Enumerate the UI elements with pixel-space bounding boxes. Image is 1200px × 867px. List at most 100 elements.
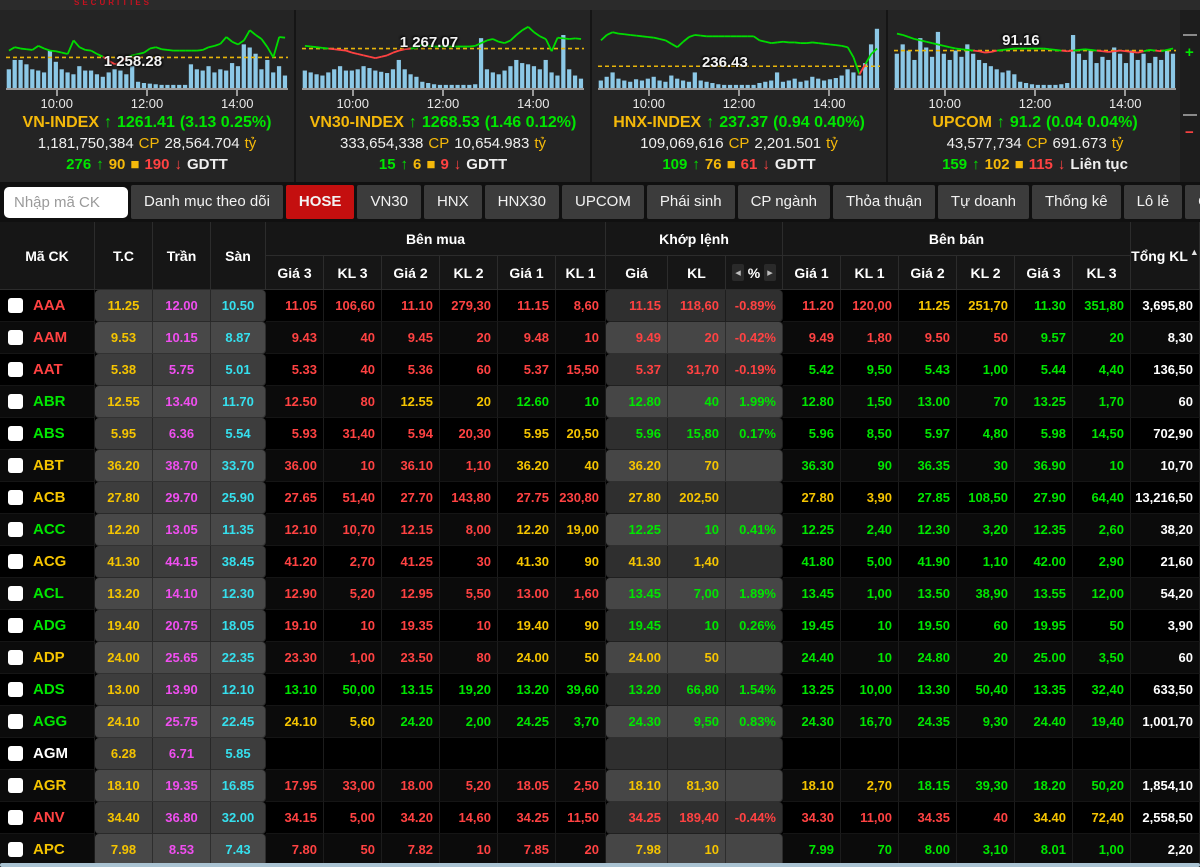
chart-time-axis: 10:0012:0014:00 — [6, 88, 288, 112]
row-checkbox[interactable] — [8, 522, 23, 537]
sell-cell-5: 13.35 — [1015, 674, 1073, 706]
index-panel-upcom[interactable]: 91.1610:0012:0014:00UPCOM↑91.2(0.04 0.04… — [888, 10, 1182, 182]
sell-cell-5: 13.25 — [1015, 386, 1073, 418]
symbol-label: AAT — [33, 361, 63, 378]
session-label: GDTT — [775, 156, 816, 173]
tab-chứng-quyền[interactable]: Chứng quyền — [1185, 185, 1200, 219]
table-row[interactable]: AAT5.385.755.015.33405.36605.3715,505.37… — [0, 354, 1200, 386]
index-panel-vn30-index[interactable]: 1 267.0710:0012:0014:00VN30-INDEX↑1268.5… — [296, 10, 590, 182]
table-row[interactable]: ACC12.2013.0511.3512.1010,7012.158,0012.… — [0, 514, 1200, 546]
row-checkbox[interactable] — [8, 362, 23, 377]
row-checkbox[interactable] — [8, 650, 23, 665]
buy-cell-6: 20,50 — [556, 418, 606, 450]
matched-price-cell: 36.20 — [606, 450, 668, 482]
tab-tự-doanh[interactable]: Tự doanh — [938, 185, 1029, 219]
sell-cell-2: 70 — [841, 834, 899, 866]
row-checkbox[interactable] — [8, 778, 23, 793]
index-panel-vn-index[interactable]: 1 258.2810:0012:0014:00VN-INDEX↑1261.41(… — [0, 10, 294, 182]
symbol-cell: ABR — [0, 386, 95, 418]
ty-unit-label: tỷ — [245, 135, 257, 152]
index-breadth-line: 159↑102■115↓Liên tục — [888, 154, 1182, 175]
row-checkbox[interactable] — [8, 394, 23, 409]
table-row[interactable]: ACB27.8029.7025.9027.6551,4027.70143,802… — [0, 482, 1200, 514]
buy-cell-1: 36.00 — [266, 450, 324, 482]
row-checkbox[interactable] — [8, 586, 23, 601]
index-change: (0.04 0.04%) — [1046, 114, 1138, 131]
tab-vn30[interactable]: VN30 — [357, 185, 421, 219]
table-row[interactable]: APC7.988.537.437.80507.82107.85207.98107… — [0, 834, 1200, 866]
symbol-cell: ACL — [0, 578, 95, 610]
tab-hnx30[interactable]: HNX30 — [485, 185, 559, 219]
tab-hnx[interactable]: HNX — [424, 185, 482, 219]
next-page-arrow-icon[interactable]: ▸ — [764, 264, 776, 281]
buy-cell-3: 5.36 — [382, 354, 440, 386]
matched-percent-cell: 0.26% — [726, 610, 783, 642]
header-group-sell: Bên bán — [783, 222, 1131, 256]
table-row[interactable]: AAM9.5310.158.879.43409.45209.48109.4920… — [0, 322, 1200, 354]
tab-lô-lẻ[interactable]: Lô lẻ — [1124, 185, 1183, 219]
tab-danh-mục-theo-dõi[interactable]: Danh mục theo dõi — [131, 185, 283, 219]
row-checkbox[interactable] — [8, 746, 23, 761]
header-buy-2: KL 3 — [324, 256, 382, 290]
decliners-count: 190 — [144, 156, 169, 173]
table-row[interactable]: ACL13.2014.1012.3012.905,2012.955,5013.0… — [0, 578, 1200, 610]
row-checkbox[interactable] — [8, 682, 23, 697]
tab-upcom[interactable]: UPCOM — [562, 185, 644, 219]
tab-thống-kê[interactable]: Thống kê — [1032, 185, 1121, 219]
table-row[interactable]: ABS5.956.365.545.9331,405.9420,305.9520,… — [0, 418, 1200, 450]
row-checkbox[interactable] — [8, 714, 23, 729]
row-checkbox[interactable] — [8, 810, 23, 825]
table-row[interactable]: ANV34.4036.8032.0034.155,0034.2014,6034.… — [0, 802, 1200, 834]
floor-price-cell: 38.45 — [211, 546, 266, 578]
row-checkbox[interactable] — [8, 554, 23, 569]
total-volume-cell: 3,90 — [1131, 610, 1200, 642]
axis-tick-label: 10:00 — [928, 96, 961, 111]
index-panel-hnx-index[interactable]: 236.4310:0012:0014:00HNX-INDEX↑237.37(0.… — [592, 10, 886, 182]
sell-cell-4: 1,10 — [957, 546, 1015, 578]
table-row[interactable]: ADG19.4020.7518.0519.101019.351019.40901… — [0, 610, 1200, 642]
matched-percent-cell — [726, 834, 783, 866]
sell-cell-1: 7.99 — [783, 834, 841, 866]
row-checkbox[interactable] — [8, 330, 23, 345]
tab-cp-ngành[interactable]: CP ngành — [738, 185, 830, 219]
ref-price-cell: 24.00 — [95, 642, 153, 674]
row-checkbox[interactable] — [8, 842, 23, 857]
table-row[interactable]: AGM6.286.715.85 — [0, 738, 1200, 770]
table-row[interactable]: ABR12.5513.4011.7012.508012.552012.60101… — [0, 386, 1200, 418]
total-volume-cell: 60 — [1131, 642, 1200, 674]
total-volume-cell: 136,50 — [1131, 354, 1200, 386]
symbol-search-input[interactable] — [4, 187, 128, 218]
matched-percent-cell — [726, 450, 783, 482]
sell-cell-2: 10 — [841, 610, 899, 642]
table-row[interactable]: ABT36.2038.7033.7036.001036.101,1036.204… — [0, 450, 1200, 482]
tab-phái-sinh[interactable]: Phái sinh — [647, 185, 735, 219]
brand-strip: SECURITIES — [0, 0, 1200, 10]
prev-page-arrow-icon[interactable]: ◂ — [732, 264, 744, 281]
row-checkbox[interactable] — [8, 426, 23, 441]
table-row[interactable]: ACG41.3044.1538.4541.202,7041.253041.309… — [0, 546, 1200, 578]
row-checkbox[interactable] — [8, 490, 23, 505]
tab-thỏa-thuận[interactable]: Thỏa thuận — [833, 185, 935, 219]
row-checkbox[interactable] — [8, 618, 23, 633]
tab-hose[interactable]: HOSE — [286, 185, 355, 219]
table-row[interactable]: AGR18.1019.3516.8517.9533,0018.005,2018.… — [0, 770, 1200, 802]
minus-button[interactable]: − — [1185, 124, 1194, 141]
table-row[interactable]: AAA11.2512.0010.5011.05106,6011.10279,30… — [0, 290, 1200, 322]
table-row[interactable]: AGG24.1025.7522.4524.105,6024.202,0024.2… — [0, 706, 1200, 738]
header-sell-3: Giá 2 — [899, 256, 957, 290]
buy-cell-3: 5.94 — [382, 418, 440, 450]
header-total-volume[interactable]: Tổng KL▲ — [1131, 222, 1200, 290]
total-volume-cell: 2,558,50 — [1131, 802, 1200, 834]
table-row[interactable]: ADP24.0025.6522.3523.301,0023.508024.005… — [0, 642, 1200, 674]
horizontal-scrollbar[interactable] — [0, 863, 1200, 867]
buy-cell-3: 41.25 — [382, 546, 440, 578]
sell-cell-6: 64,40 — [1073, 482, 1131, 514]
sell-cell-4: 39,30 — [957, 770, 1015, 802]
symbol-cell: ADS — [0, 674, 95, 706]
symbol-cell: ACB — [0, 482, 95, 514]
row-checkbox[interactable] — [8, 458, 23, 473]
row-checkbox[interactable] — [8, 298, 23, 313]
table-row[interactable]: ADS13.0013.9012.1013.1050,0013.1519,2013… — [0, 674, 1200, 706]
buy-cell-1: 41.20 — [266, 546, 324, 578]
plus-button[interactable]: + — [1185, 44, 1194, 61]
